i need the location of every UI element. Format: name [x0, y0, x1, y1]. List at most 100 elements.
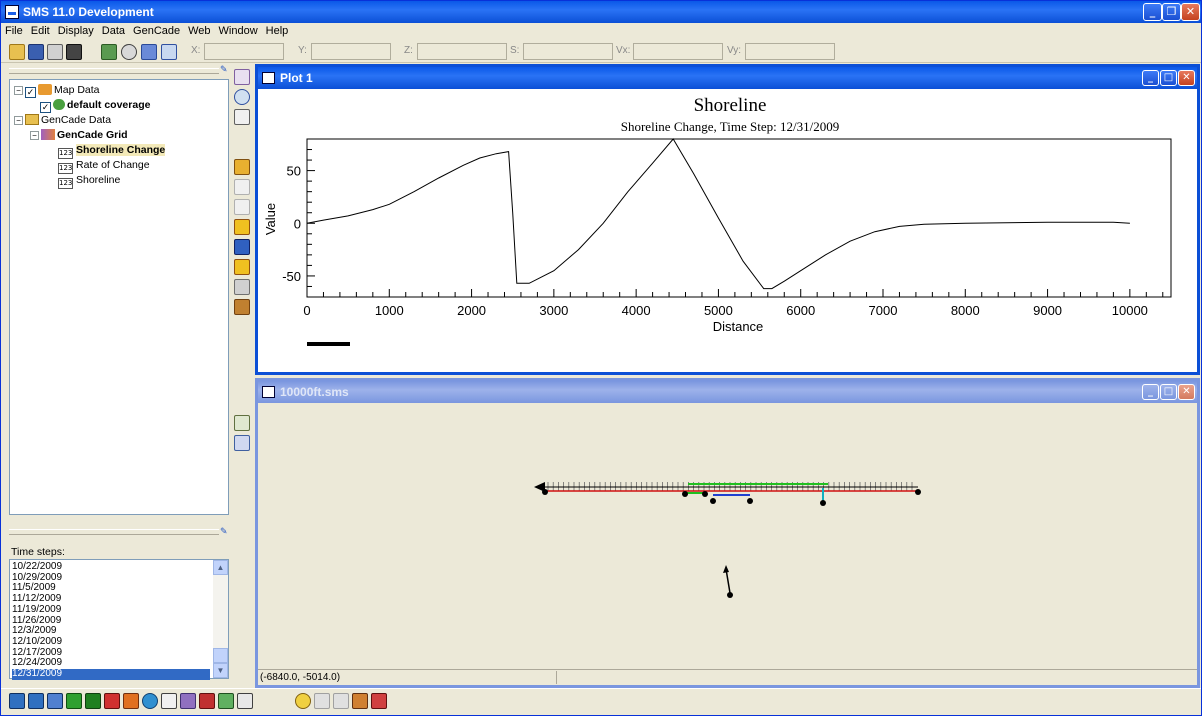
gis-module-icon[interactable]	[142, 693, 158, 709]
plot-wizard-icon[interactable]	[352, 693, 368, 709]
ptm-module-icon[interactable]	[218, 693, 234, 709]
tools-module-icon[interactable]	[199, 693, 215, 709]
frame-tool-icon[interactable]	[234, 435, 250, 451]
node[interactable]	[710, 498, 716, 504]
close-button[interactable]: ✕	[1181, 3, 1200, 21]
time-steps-scrollbar[interactable]: ▲ ▼	[213, 560, 228, 678]
tree-item-gencade-data[interactable]: − GenCade Data	[14, 113, 111, 128]
vy-field[interactable]	[745, 43, 835, 60]
pan-tool-icon[interactable]	[234, 109, 250, 125]
list-item[interactable]: 11/19/2009	[12, 604, 210, 616]
grid-tool-icon[interactable]	[234, 279, 250, 295]
node[interactable]	[915, 489, 921, 495]
panel-grip[interactable]	[9, 68, 219, 74]
tree-item-shoreline-change[interactable]: 123 Shoreline Change	[58, 143, 166, 159]
create-node-icon[interactable]	[234, 179, 250, 195]
collapse-icon[interactable]: −	[14, 86, 23, 95]
x-tick-label: 6000	[786, 303, 815, 318]
rotate-icon[interactable]	[161, 44, 177, 60]
display-options-icon[interactable]	[314, 693, 330, 709]
cell-tool-icon[interactable]	[234, 299, 250, 315]
y-field[interactable]	[311, 43, 391, 60]
get-info-icon[interactable]	[141, 44, 157, 60]
panel-grip[interactable]	[9, 529, 219, 535]
curvilinear-grid-icon[interactable]	[85, 693, 101, 709]
node[interactable]	[682, 491, 688, 497]
scatter-points-icon[interactable]	[161, 693, 177, 709]
menu-display[interactable]: Display	[54, 23, 98, 39]
select-tool-icon[interactable]	[234, 69, 250, 85]
contour-icon[interactable]	[333, 693, 349, 709]
refresh-icon[interactable]	[101, 44, 117, 60]
plot-maximize-button[interactable]: □	[1160, 70, 1177, 86]
north-arrow-base	[727, 592, 733, 598]
tree-item-rate-of-change[interactable]: 123 Rate of Change	[58, 158, 150, 174]
tree-item-default-coverage[interactable]: ✓ default coverage	[40, 98, 150, 113]
pointer-icon[interactable]	[295, 693, 311, 709]
map-close-button[interactable]: ✕	[1178, 384, 1195, 400]
restore-button[interactable]: ❐	[1162, 3, 1181, 21]
map-window-titlebar: 10000ft.sms _ □ ✕	[258, 381, 1197, 403]
structure-icon[interactable]	[234, 259, 250, 275]
particle-module-icon[interactable]	[104, 693, 120, 709]
node[interactable]	[542, 489, 548, 495]
grid-module-icon[interactable]	[28, 693, 44, 709]
tree-item-shoreline[interactable]: 123 Shoreline	[58, 173, 120, 189]
collapse-icon[interactable]: −	[30, 131, 39, 140]
select-arc-icon[interactable]	[234, 159, 250, 175]
plot-minimize-button[interactable]: _	[1142, 70, 1159, 86]
tree-item-gencade-grid[interactable]: − GenCade Grid	[30, 128, 128, 143]
bar-chart-icon[interactable]	[371, 693, 387, 709]
menu-edit[interactable]: Edit	[27, 23, 54, 39]
dem-module-icon[interactable]	[237, 693, 253, 709]
menu-data[interactable]: Data	[98, 23, 129, 39]
delete-icon[interactable]	[66, 44, 82, 60]
list-item-selected[interactable]: 12/31/2009	[12, 668, 210, 680]
project-explorer-panel: ✎ − ✓ Map Data ✓ default coverage − GenCade …	[7, 63, 229, 685]
cartesian-grid-icon[interactable]	[66, 693, 82, 709]
open-icon[interactable]	[9, 44, 25, 60]
minimize-button[interactable]: _	[1143, 3, 1162, 21]
x-field[interactable]	[204, 43, 284, 60]
plot-close-button[interactable]: ✕	[1178, 70, 1195, 86]
scroll-thumb[interactable]	[213, 648, 228, 663]
map-canvas[interactable]	[258, 403, 1197, 671]
module-toolbar	[1, 688, 1201, 712]
menu-help[interactable]: Help	[262, 23, 293, 39]
select-node-icon[interactable]	[234, 199, 250, 215]
pin-icon[interactable]: ✎	[220, 65, 228, 74]
checkbox-checked-icon[interactable]: ✓	[40, 102, 51, 113]
scatter-module-icon[interactable]	[47, 693, 63, 709]
checkbox-checked-icon[interactable]: ✓	[25, 87, 36, 98]
z-field[interactable]	[417, 43, 507, 60]
menu-web[interactable]: Web	[184, 23, 214, 39]
scroll-up-icon[interactable]: ▲	[213, 560, 228, 575]
zoom-frame-icon[interactable]	[121, 44, 137, 60]
gencade-module-icon[interactable]	[180, 693, 196, 709]
map-minimize-button[interactable]: _	[1142, 384, 1159, 400]
node[interactable]	[702, 491, 708, 497]
zoom-tool-icon[interactable]	[234, 89, 250, 105]
menu-file[interactable]: File	[1, 23, 27, 39]
mesh-module-icon[interactable]	[9, 693, 25, 709]
tree-item-map-data[interactable]: − ✓ Map Data	[14, 83, 100, 98]
select-line-icon[interactable]	[234, 239, 250, 255]
create-arc-icon[interactable]	[234, 219, 250, 235]
help-tool-icon[interactable]	[234, 415, 250, 431]
menu-gencade[interactable]: GenCade	[129, 23, 184, 39]
print-icon[interactable]	[47, 44, 63, 60]
map-module-icon[interactable]	[123, 693, 139, 709]
menu-window[interactable]: Window	[215, 23, 262, 39]
map-maximize-button[interactable]: □	[1160, 384, 1177, 400]
main-toolbar: X: Y: Z: S: Vx: Vy:	[1, 41, 1201, 63]
node[interactable]	[820, 500, 826, 506]
collapse-icon[interactable]: −	[14, 116, 23, 125]
list-item[interactable]: 12/10/2009	[12, 636, 210, 648]
save-icon[interactable]	[28, 44, 44, 60]
x-tick-label: 3000	[539, 303, 568, 318]
pin-icon[interactable]: ✎	[220, 527, 228, 536]
scroll-down-icon[interactable]: ▼	[213, 663, 228, 678]
node[interactable]	[747, 498, 753, 504]
vx-field[interactable]	[633, 43, 723, 60]
s-field[interactable]	[523, 43, 613, 60]
